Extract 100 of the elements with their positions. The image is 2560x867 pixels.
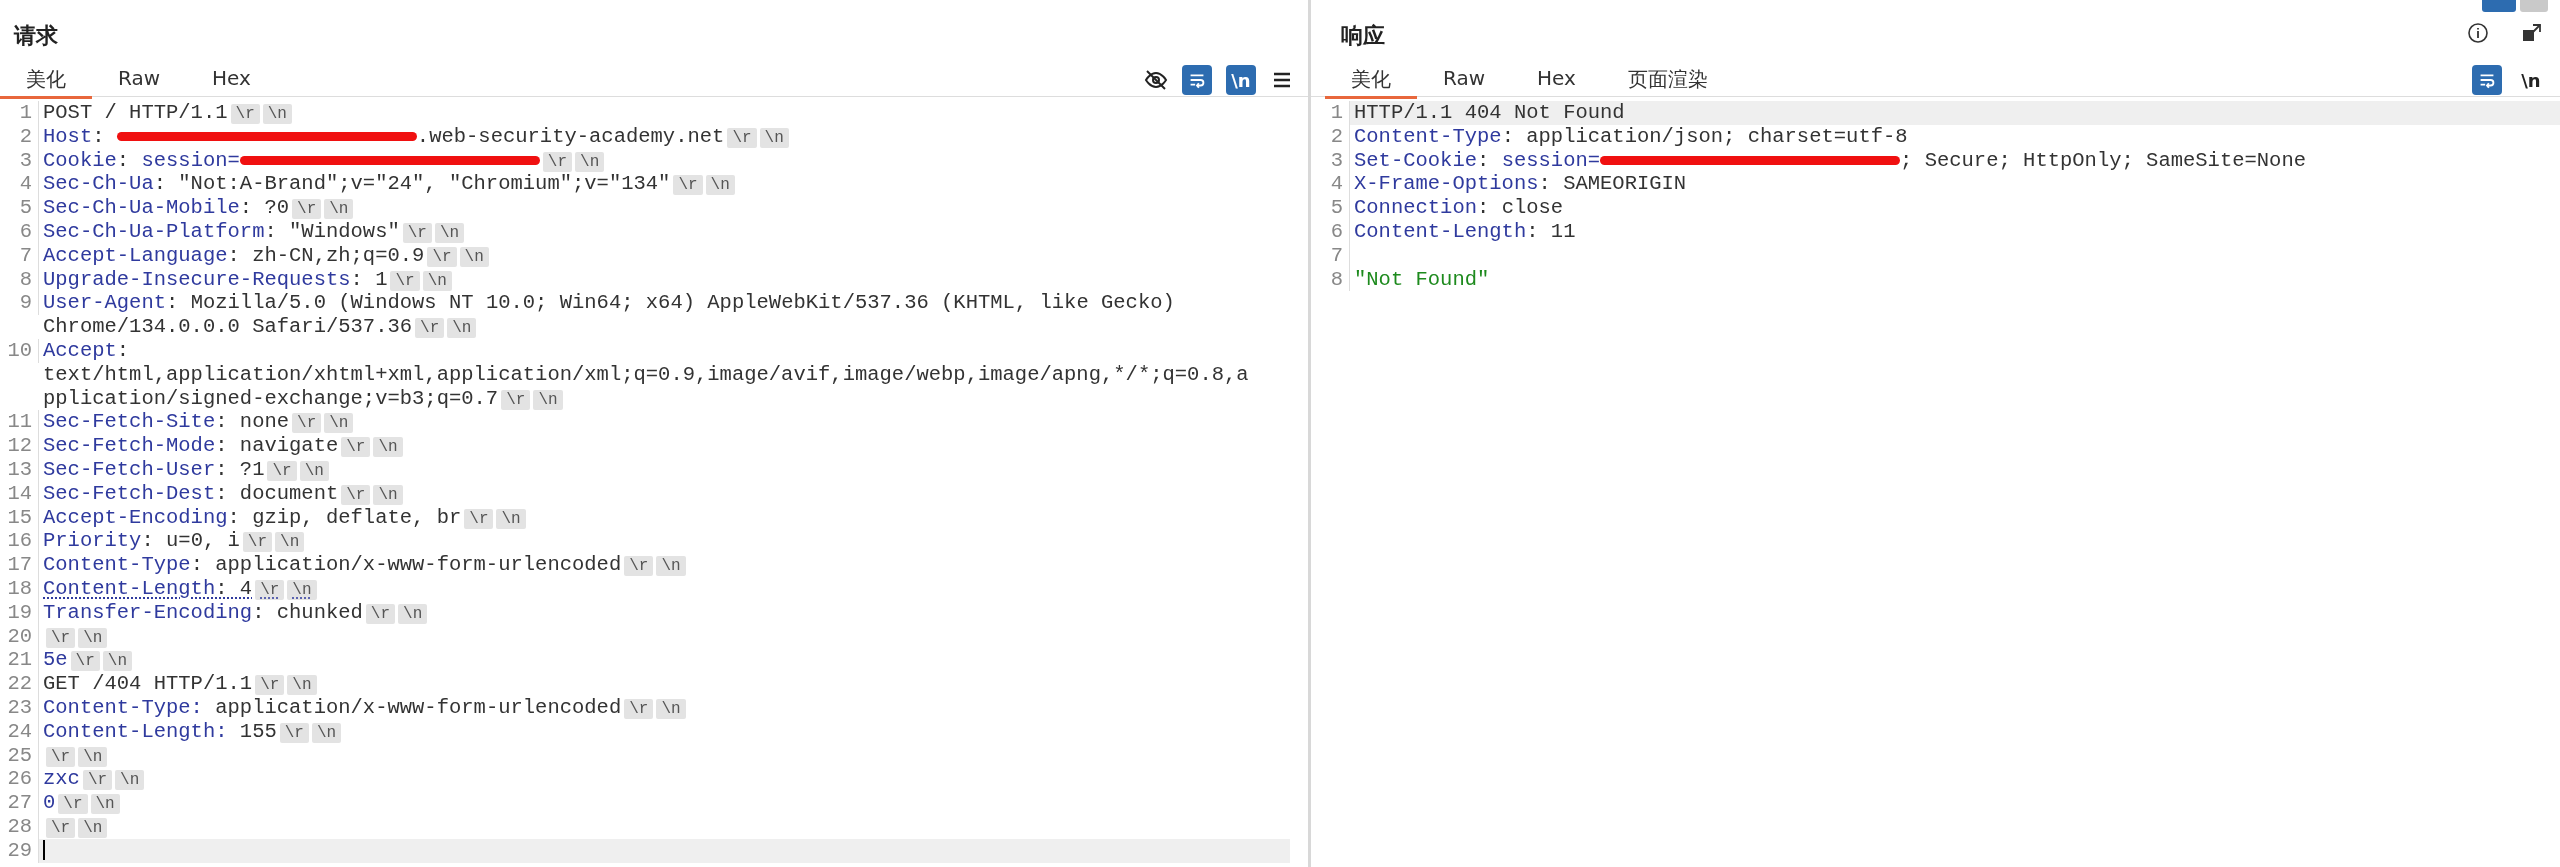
control-char-badge: \n — [656, 698, 686, 719]
code-text: .web-security-academy.net — [416, 124, 725, 148]
code-text: : chunked — [252, 600, 363, 624]
line-number: 8 — [0, 267, 39, 292]
line-number: 10 — [0, 338, 39, 363]
word-wrap-button[interactable] — [1182, 65, 1212, 95]
line-number: 28 — [0, 814, 39, 839]
code-text: HTTP/1.1 404 Not Found — [1354, 101, 1625, 124]
newline-toggle[interactable]: \n — [2516, 65, 2546, 95]
control-char-badge: \n — [434, 223, 465, 243]
control-char-badge: \r — [390, 270, 420, 291]
line-number: 6 — [1311, 220, 1350, 244]
code-text: : Mozilla/5.0 (Windows NT 10.0; Win64; x64) AppleWebKit/537.36 (KHTML, like Gecko) — [166, 291, 1175, 315]
line-number: 22 — [0, 672, 39, 696]
header-name: zxc — [43, 767, 80, 791]
header-name: Content-Type — [43, 553, 191, 577]
control-char-badge: \n — [447, 318, 477, 339]
header-name: Host — [43, 124, 93, 148]
control-char-badge: \r — [673, 175, 703, 196]
newline-toggle[interactable]: \n — [1226, 65, 1256, 95]
code-text: : ?1 — [215, 457, 265, 481]
header-name: Sec-Ch-Ua-Platform — [43, 220, 265, 243]
line-number: 21 — [0, 648, 39, 673]
header-name: Content-Length — [43, 576, 216, 600]
line-number: 5 — [1311, 196, 1350, 220]
control-char-badge: \r — [70, 651, 100, 672]
line-number: 3 — [1311, 148, 1350, 173]
line-number: 7 — [0, 243, 39, 268]
code-text: : "Windows" — [264, 220, 400, 243]
hidden-eye-icon[interactable] — [1144, 68, 1168, 92]
code-text: : ?0 — [239, 196, 290, 220]
header-name: Cookie — [43, 148, 117, 172]
code-text: : — [116, 338, 130, 362]
control-char-badge: \n — [78, 817, 108, 838]
header-name: Content-Type — [1354, 124, 1502, 148]
word-wrap-button[interactable] — [2472, 65, 2502, 95]
control-char-badge: \r — [341, 484, 371, 505]
header-name: Sec-Ch-Ua — [43, 172, 154, 196]
header-name: Sec-Fetch-Site — [43, 410, 216, 434]
control-char-badge: \n — [90, 794, 120, 815]
control-char-badge: \r — [542, 151, 573, 172]
info-icon[interactable] — [2466, 21, 2490, 45]
line-number: 11 — [0, 410, 39, 435]
header-name: Content-Length — [1354, 220, 1527, 243]
control-char-badge: \r — [46, 627, 76, 648]
control-char-badge: \n — [78, 627, 108, 648]
control-char-badge: \r — [624, 556, 654, 577]
code-text: 155 — [238, 719, 277, 743]
view-tab[interactable]: Raw — [92, 62, 187, 99]
view-tab[interactable]: Hex — [186, 62, 277, 99]
control-char-badge: \n — [459, 246, 489, 267]
control-char-badge: \n — [398, 603, 428, 624]
header-name: Content-Type: — [43, 695, 203, 719]
header-name: Sec-Fetch-Dest — [43, 481, 216, 505]
control-char-badge: \n — [656, 556, 686, 577]
view-tab[interactable]: 美化 — [0, 62, 92, 99]
control-char-badge: \r — [341, 437, 371, 458]
code-text: : 11 — [1526, 220, 1576, 243]
code-text: application/x-www-form-urlencoded — [214, 695, 622, 719]
header-name: Transfer-Encoding — [43, 600, 253, 624]
line-number: 2 — [1311, 124, 1350, 149]
line-number: 7 — [1311, 243, 1350, 268]
code-text: : none — [215, 410, 290, 434]
view-tab[interactable]: 页面渲染 — [1601, 62, 1734, 99]
view-tab[interactable]: 美化 — [1325, 62, 1417, 99]
code-text: GET /404 HTTP/1.1 — [43, 672, 253, 696]
code-text: pplication/signed-exchange;v=b3;q=0.7 — [43, 386, 499, 410]
header-name: X-Frame-Options — [1354, 172, 1539, 196]
code-text: : gzip, deflate, br — [227, 505, 462, 529]
control-char-badge: \n — [759, 127, 789, 148]
view-tab[interactable]: Hex — [1511, 62, 1602, 99]
control-char-badge: \n — [262, 104, 292, 124]
control-char-badge: \n — [299, 460, 329, 481]
control-char-badge: \n — [575, 151, 605, 172]
view-tab[interactable]: Raw — [1417, 62, 1512, 99]
control-char-badge: \n — [311, 722, 342, 743]
code-text: ; Secure; HttpOnly; SameSite=None — [1900, 148, 2307, 172]
line-number: 16 — [0, 529, 39, 554]
code-text: : application/json; charset=utf-8 — [1501, 124, 1908, 148]
header-name: Sec-Fetch-Mode — [43, 434, 216, 458]
control-char-badge: \r — [255, 579, 285, 600]
control-char-badge: \n — [287, 675, 317, 696]
code-text: : — [1477, 148, 1491, 172]
header-name: User-Agent — [43, 291, 167, 315]
code-text: : 4 — [215, 576, 253, 600]
line-number: 17 — [0, 553, 39, 577]
control-char-badge: \r — [501, 389, 531, 410]
line-number: 14 — [0, 481, 39, 506]
code-text: : "Not:A-Brand";v="24", "Chromium";v="134" — [153, 172, 671, 196]
line-number: 23 — [0, 695, 39, 720]
code-text: : navigate — [215, 434, 339, 458]
control-char-badge: \r — [292, 199, 322, 220]
control-char-badge: \r — [46, 746, 76, 767]
control-char-badge: \r — [427, 246, 457, 267]
code-text: : application/x-www-form-urlencoded — [190, 553, 622, 577]
line-number: 6 — [0, 220, 39, 244]
control-char-badge: \r — [624, 698, 654, 719]
control-char-badge: \n — [705, 175, 735, 196]
header-name: Set-Cookie — [1354, 148, 1478, 172]
control-char-badge: \n — [324, 199, 354, 220]
